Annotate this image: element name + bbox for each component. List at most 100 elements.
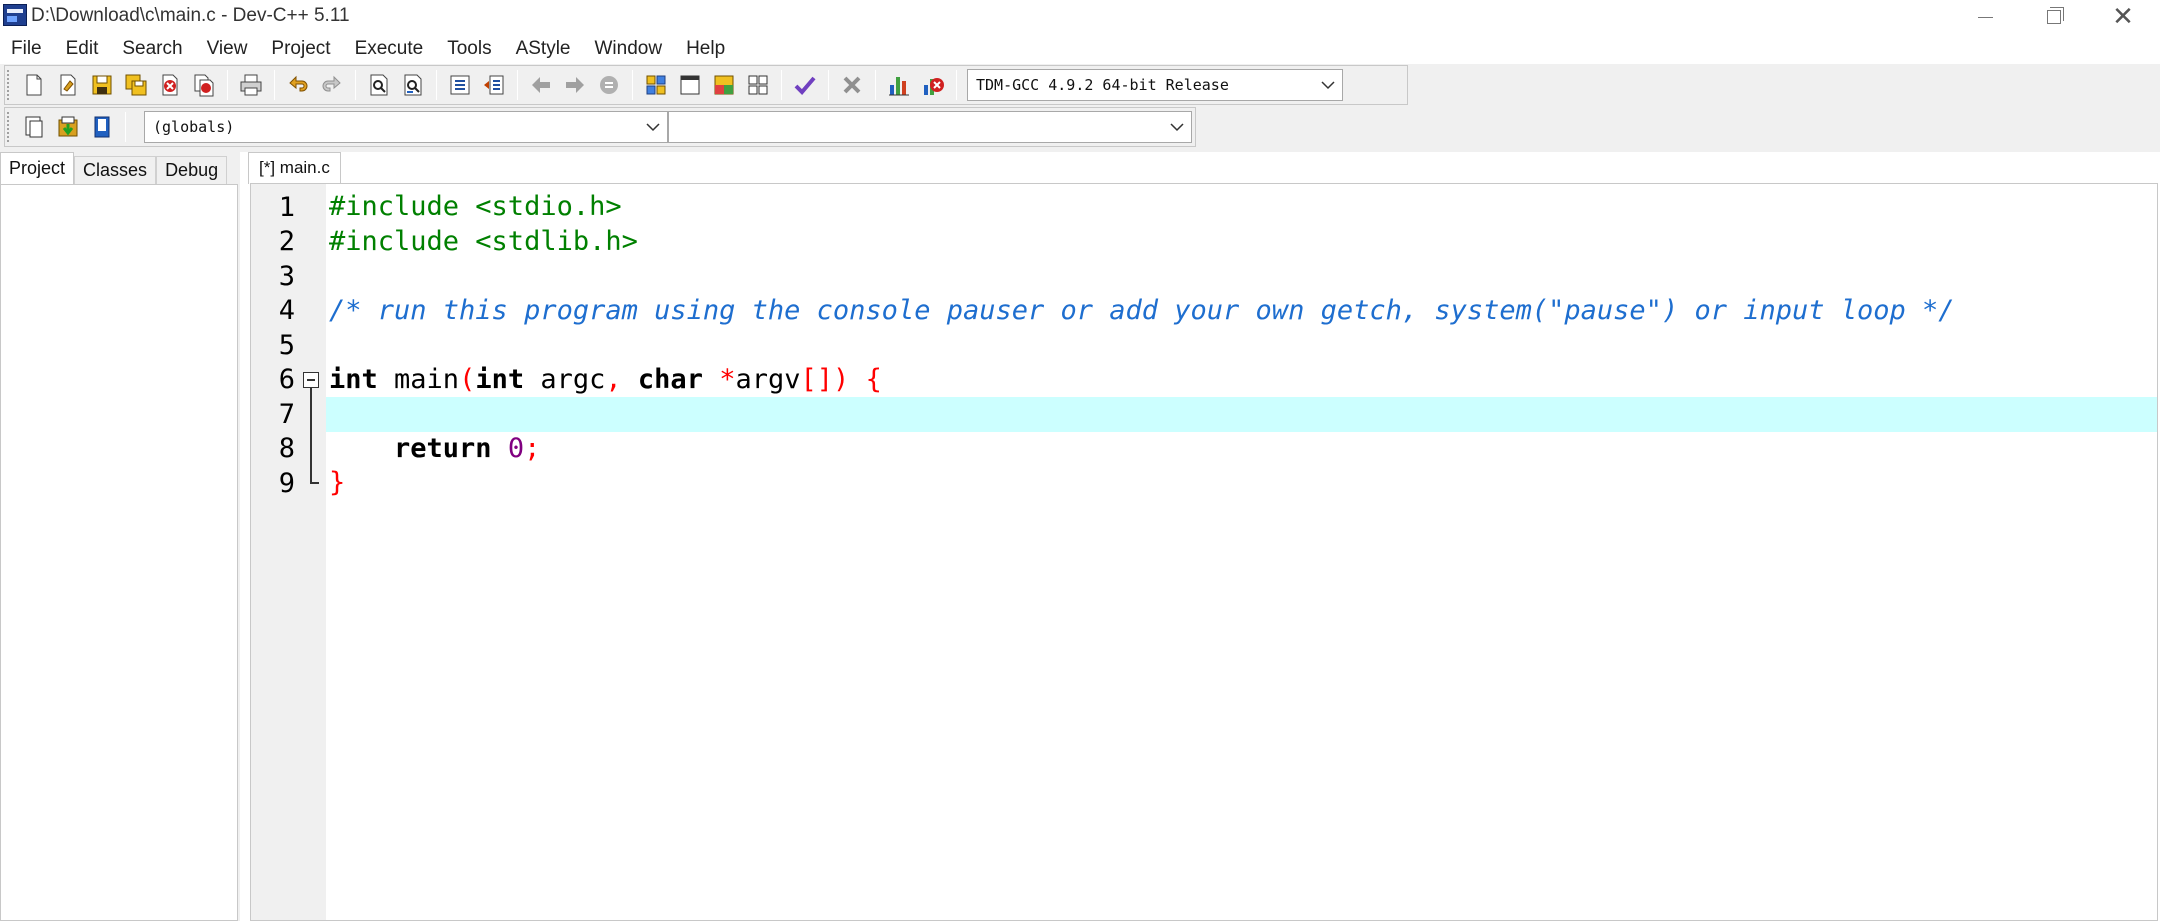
toolbar-grip[interactable] (7, 112, 13, 142)
menu-window[interactable]: Window (595, 38, 663, 60)
code-line[interactable]: 7 (251, 397, 2157, 432)
fold-marker (295, 259, 326, 294)
code-token: ( (459, 363, 476, 395)
code-token: } (329, 467, 346, 498)
title-bar: D:\Download\c\main.c - Dev-C++ 5.11 ✕ (0, 0, 2160, 34)
fold-collapse-icon[interactable] (295, 363, 326, 398)
replace-button[interactable] (398, 70, 428, 100)
indent-icon (450, 75, 470, 95)
menu-astyle[interactable]: AStyle (516, 38, 571, 60)
window-title: D:\Download\c\main.c - Dev-C++ 5.11 (31, 5, 350, 26)
add-to-project-icon (58, 116, 78, 137)
undo-button[interactable] (283, 70, 313, 100)
close-file-icon (162, 74, 178, 96)
indent-button[interactable] (445, 70, 475, 100)
run-icon (680, 75, 700, 95)
code-token: main (377, 363, 460, 395)
menu-file[interactable]: File (11, 38, 42, 60)
code-line[interactable]: 9} (251, 466, 2157, 501)
stop-execution-button[interactable] (837, 70, 867, 100)
code-line[interactable]: 4 /* run this program using the console p… (251, 294, 2157, 329)
code-line[interactable]: 5 (251, 328, 2157, 363)
tab-main-c[interactable]: [*] main.c (248, 152, 341, 184)
undo-icon (289, 75, 308, 92)
project-panel: Project Classes Debug (0, 152, 240, 921)
find-button[interactable] (364, 70, 394, 100)
redo-button[interactable] (317, 70, 347, 100)
project-options-button[interactable] (87, 112, 117, 142)
toolbar-separator (875, 70, 876, 100)
unindent-button[interactable] (479, 70, 509, 100)
code-line[interactable]: 6 int main(int argc, char *argv[]) { (251, 363, 2157, 398)
profile-analysis-button[interactable] (884, 70, 914, 100)
close-window-button[interactable]: ✕ (2088, 0, 2158, 34)
menu-view[interactable]: View (207, 38, 248, 60)
goto-forward-button[interactable] (560, 70, 590, 100)
line-number: 2 (278, 226, 295, 258)
restore-button[interactable] (2019, 0, 2089, 34)
save-button[interactable] (87, 70, 117, 100)
new-file-button[interactable] (19, 70, 49, 100)
open-file-button[interactable] (53, 70, 83, 100)
scope-select[interactable]: (globals) (144, 111, 668, 143)
menu-edit[interactable]: Edit (66, 38, 99, 60)
code-token: []) (800, 363, 850, 395)
menu-tools[interactable]: Tools (447, 38, 491, 60)
menu-search[interactable]: Search (122, 38, 182, 60)
compile-button[interactable] (641, 70, 671, 100)
fold-marker (295, 190, 326, 225)
chart-icon (889, 77, 909, 96)
code-line[interactable]: 3 (251, 259, 2157, 294)
bookmark-button[interactable] (594, 70, 624, 100)
save-all-button[interactable] (121, 70, 151, 100)
tab-debug[interactable]: Debug (156, 156, 228, 184)
editor-tabs: [*] main.c (248, 152, 341, 184)
scope-select-value: (globals) (153, 118, 235, 136)
minimize-button[interactable] (1950, 0, 2020, 34)
code-line[interactable]: 1 #include <stdio.h> (251, 190, 2157, 225)
toolbar-grip[interactable] (7, 70, 13, 100)
toolbar-separator (956, 70, 957, 100)
fold-marker (295, 431, 326, 466)
tab-project[interactable]: Project (0, 152, 75, 184)
toolbar-area: TDM-GCC 4.9.2 64-bit Release (globals) (0, 64, 2160, 152)
fold-marker (295, 294, 326, 329)
tab-classes[interactable]: Classes (74, 156, 157, 184)
close-all-button[interactable] (189, 70, 219, 100)
back-icon (532, 77, 550, 93)
menu-execute[interactable]: Execute (355, 38, 424, 60)
code-text: /* run this program using the console pa… (326, 294, 2157, 329)
code-token: #include <stdio.h> (329, 191, 622, 222)
new-class-button[interactable] (19, 112, 49, 142)
compiler-select[interactable]: TDM-GCC 4.9.2 64-bit Release (967, 69, 1343, 101)
code-editor[interactable]: 1 #include <stdio.h> 2 #include <stdlib.h> 3… (250, 183, 2158, 921)
member-select[interactable] (668, 111, 1192, 143)
unindent-icon (484, 75, 504, 95)
print-button[interactable] (236, 70, 266, 100)
code-line[interactable]: 8 return 0; (251, 431, 2157, 466)
rebuild-button[interactable] (743, 70, 773, 100)
add-to-project-button[interactable] (53, 112, 83, 142)
code-token: #include <stdlib.h> (329, 225, 638, 257)
delete-profile-button[interactable] (918, 70, 948, 100)
code-token: ; (524, 432, 541, 464)
project-tree[interactable] (0, 184, 238, 921)
menu-help[interactable]: Help (686, 38, 725, 60)
toolbar-separator (781, 70, 782, 100)
panel-tabs: Project Classes Debug (0, 152, 228, 184)
menu-project[interactable]: Project (271, 38, 330, 60)
toolbar-separator (355, 70, 356, 100)
syntax-check-button[interactable] (790, 70, 820, 100)
code-text: #include <stdio.h> (326, 190, 2157, 225)
run-button[interactable] (675, 70, 705, 100)
close-file-button[interactable] (155, 70, 185, 100)
compile-run-button[interactable] (709, 70, 739, 100)
code-token: return (394, 432, 492, 464)
code-token: int (475, 363, 525, 395)
goto-back-button[interactable] (526, 70, 556, 100)
line-number: 8 (278, 433, 295, 465)
code-line[interactable]: 2 #include <stdlib.h> (251, 225, 2157, 260)
